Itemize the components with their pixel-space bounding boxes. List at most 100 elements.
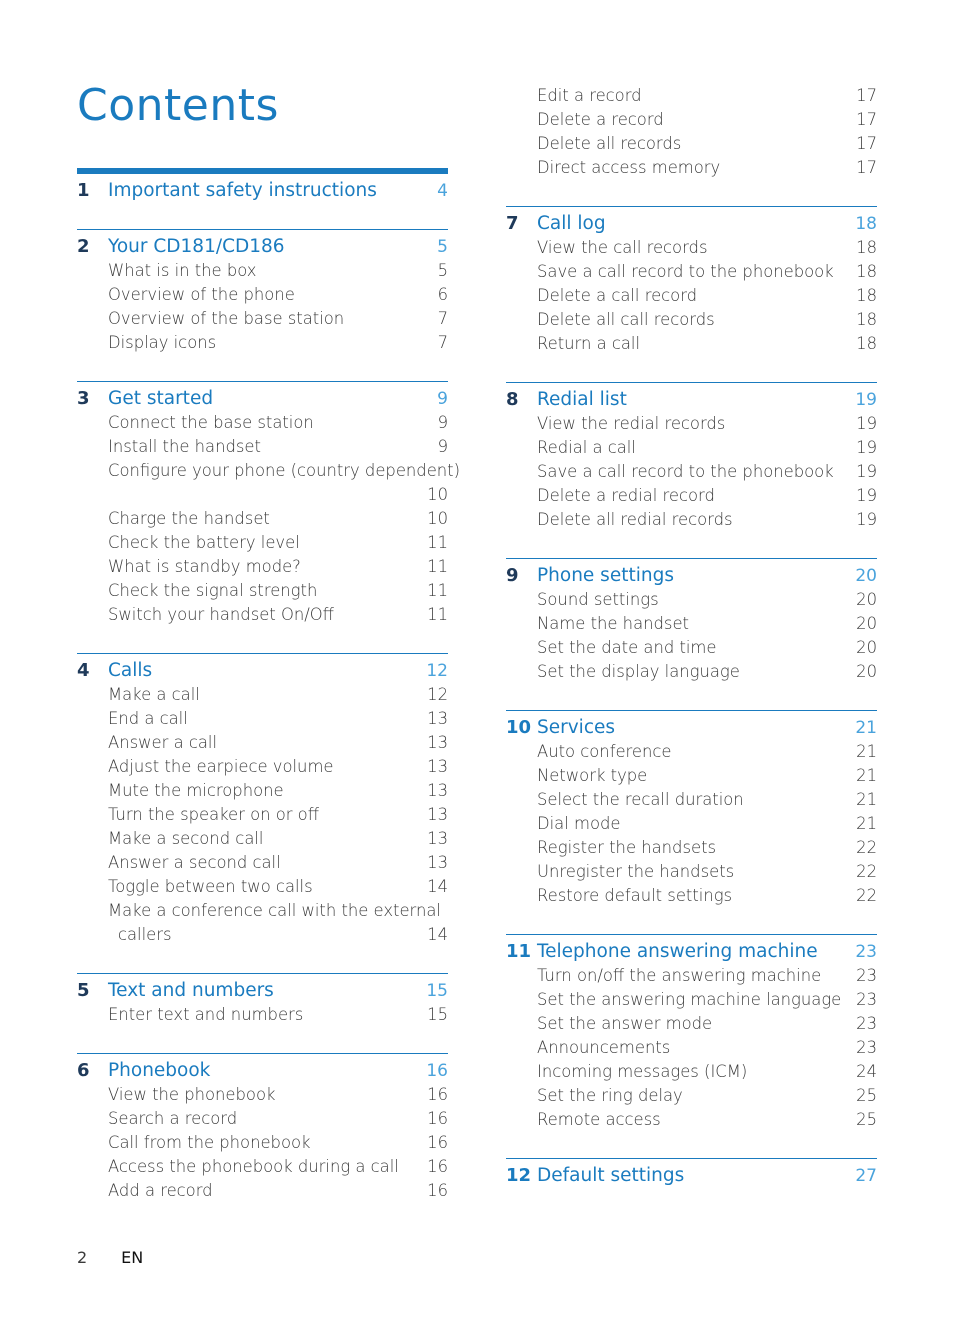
toc-entry[interactable]: Remote access 25 <box>506 1108 877 1132</box>
toc-chapter[interactable]: 10 Services 21 <box>506 716 877 740</box>
toc-entry[interactable]: Check the signal strength 11 <box>77 579 448 603</box>
toc-entry[interactable]: What is in the box 5 <box>77 259 448 283</box>
toc-entry[interactable]: What is standby mode? 11 <box>77 555 448 579</box>
toc-entry[interactable]: Add a record 16 <box>77 1179 448 1203</box>
section-divider <box>506 206 877 207</box>
toc-chapter[interactable]: 12 Default settings 27 <box>506 1164 877 1188</box>
toc-entry[interactable]: Make a call 12 <box>77 683 448 707</box>
toc-entry[interactable]: Auto conference 21 <box>506 740 877 764</box>
toc-entry-page: 9 <box>437 413 448 432</box>
toc-chapter[interactable]: 7 Call log 18 <box>506 212 877 236</box>
toc-entry-page: 16 <box>427 1109 448 1128</box>
chapter-page: 19 <box>855 390 877 410</box>
toc-left-column: 1 Important safety instructions 4 2 Your CD1… <box>77 168 460 1203</box>
toc-entry[interactable]: End a call 13 <box>77 707 448 731</box>
toc-entry[interactable]: Search a record 16 <box>77 1107 448 1131</box>
toc-entry[interactable]: Set the display language 20 <box>506 660 877 684</box>
toc-entry[interactable]: Switch your handset On/Off 11 <box>77 603 448 627</box>
toc-entry[interactable]: Delete a redial record 19 <box>506 484 877 508</box>
toc-entry[interactable]: Save a call record to the phonebook 18 <box>506 260 877 284</box>
toc-entry[interactable]: Configure your phone (country dependent) <box>77 459 460 483</box>
toc-entry[interactable]: Turn on/off the answering machine 23 <box>506 964 877 988</box>
toc-entry-page-line[interactable]: 10 <box>77 483 448 507</box>
toc-chapter[interactable]: 9 Phone settings 20 <box>506 564 877 588</box>
toc-entry[interactable]: Toggle between two calls 14 <box>77 875 448 899</box>
toc-entry[interactable]: View the call records 18 <box>506 236 877 260</box>
toc-section: 12 Default settings 27 <box>506 1158 877 1188</box>
chapter-title: Phone settings <box>537 565 674 586</box>
toc-entry[interactable]: Adjust the earpiece volume 13 <box>77 755 448 779</box>
toc-section: 6 Phonebook 16 View the phonebook 16 Search a… <box>77 1053 448 1203</box>
toc-entry[interactable]: Register the handsets 22 <box>506 836 877 860</box>
toc-entry[interactable]: Unregister the handsets 22 <box>506 860 877 884</box>
toc-entry-title: Sound settings <box>537 590 659 609</box>
toc-chapter[interactable]: 4 Calls 12 <box>77 659 448 683</box>
toc-entry[interactable]: Delete all redial records 19 <box>506 508 877 532</box>
toc-entry[interactable]: Make a second call 13 <box>77 827 448 851</box>
toc-entry[interactable]: Restore default settings 22 <box>506 884 877 908</box>
toc-entry[interactable]: Set the ring delay 25 <box>506 1084 877 1108</box>
toc-entry[interactable]: Connect the base station 9 <box>77 411 448 435</box>
toc-entry[interactable]: Delete all call records 18 <box>506 308 877 332</box>
toc-entry[interactable]: Answer a second call 13 <box>77 851 448 875</box>
toc-entry[interactable]: Name the handset 20 <box>506 612 877 636</box>
toc-entry[interactable]: Call from the phonebook 16 <box>77 1131 448 1155</box>
toc-chapter[interactable]: 11 Telephone answering machine 23 <box>506 940 877 964</box>
toc-entry[interactable]: Answer a call 13 <box>77 731 448 755</box>
toc-entry-page: 17 <box>856 158 877 177</box>
toc-entry-page: 22 <box>856 886 877 905</box>
chapter-number: 8 <box>506 389 519 410</box>
toc-entry-page: 9 <box>437 437 448 456</box>
chapter-title: Get started <box>108 388 214 409</box>
toc-entry-title: Make a conference call with the external <box>108 901 441 920</box>
toc-entry[interactable]: Set the answering machine language 23 <box>506 988 877 1012</box>
toc-entry[interactable]: Delete a call record 18 <box>506 284 877 308</box>
toc-chapter[interactable]: 8 Redial list 19 <box>506 388 877 412</box>
toc-entry[interactable]: Charge the handset 10 <box>77 507 448 531</box>
toc-entry[interactable]: Enter text and numbers 15 <box>77 1003 448 1027</box>
toc-entry[interactable]: Network type 21 <box>506 764 877 788</box>
chapter-title: Redial list <box>537 389 627 410</box>
toc-entry[interactable]: Direct access memory 17 <box>506 156 877 180</box>
toc-entry-page: 14 <box>427 925 448 944</box>
toc-chapter[interactable]: 3 Get started 9 <box>77 387 448 411</box>
toc-entry[interactable]: Check the battery level 11 <box>77 531 448 555</box>
toc-entry[interactable]: Delete a record 17 <box>506 108 877 132</box>
toc-entry[interactable]: Select the recall duration 21 <box>506 788 877 812</box>
toc-entry[interactable]: Set the answer mode 23 <box>506 1012 877 1036</box>
toc-entry[interactable]: Delete all records 17 <box>506 132 877 156</box>
toc-entry-page: 14 <box>427 877 448 896</box>
toc-chapter[interactable]: 6 Phonebook 16 <box>77 1059 448 1083</box>
toc-entry[interactable]: Mute the microphone 13 <box>77 779 448 803</box>
toc-entry-title: Delete a call record <box>537 286 698 305</box>
toc-entry[interactable]: Overview of the base station 7 <box>77 307 448 331</box>
toc-entry[interactable]: Make a conference call with the external <box>77 899 448 923</box>
toc-entry-title: Switch your handset On/Off <box>108 605 334 624</box>
toc-chapter[interactable]: 5 Text and numbers 15 <box>77 979 448 1003</box>
toc-entry[interactable]: Sound settings 20 <box>506 588 877 612</box>
toc-entry[interactable]: Display icons 7 <box>77 331 448 355</box>
toc-entry[interactable]: Incoming messages (ICM) 24 <box>506 1060 877 1084</box>
toc-entry-page: 10 <box>427 509 448 528</box>
toc-entry[interactable]: Overview of the phone 6 <box>77 283 448 307</box>
chapter-title: Default settings <box>537 1165 685 1186</box>
toc-entry[interactable]: View the redial records 19 <box>506 412 877 436</box>
toc-entry[interactable]: Set the date and time 20 <box>506 636 877 660</box>
toc-entry[interactable]: Edit a record 17 <box>506 84 877 108</box>
toc-entry[interactable]: Announcements 23 <box>506 1036 877 1060</box>
toc-entry-page: 20 <box>856 662 877 681</box>
chapter-title: Your CD181/CD186 <box>108 236 285 257</box>
toc-entry-title: Make a second call <box>108 829 264 848</box>
toc-chapter[interactable]: 1 Important safety instructions 4 <box>77 179 448 203</box>
toc-entry-page: 20 <box>856 614 877 633</box>
toc-entry[interactable]: Turn the speaker on or off 13 <box>77 803 448 827</box>
toc-entry[interactable]: Save a call record to the phonebook 19 <box>506 460 877 484</box>
toc-entry[interactable]: Access the phonebook during a call 16 <box>77 1155 448 1179</box>
toc-entry[interactable]: Dial mode 21 <box>506 812 877 836</box>
toc-entry[interactable]: Return a call 18 <box>506 332 877 356</box>
toc-entry[interactable]: View the phonebook 16 <box>77 1083 448 1107</box>
toc-entry[interactable]: Install the handset 9 <box>77 435 448 459</box>
toc-entry-continuation[interactable]: callers 14 <box>77 923 448 947</box>
toc-entry[interactable]: Redial a call 19 <box>506 436 877 460</box>
toc-chapter[interactable]: 2 Your CD181/CD186 5 <box>77 235 448 259</box>
